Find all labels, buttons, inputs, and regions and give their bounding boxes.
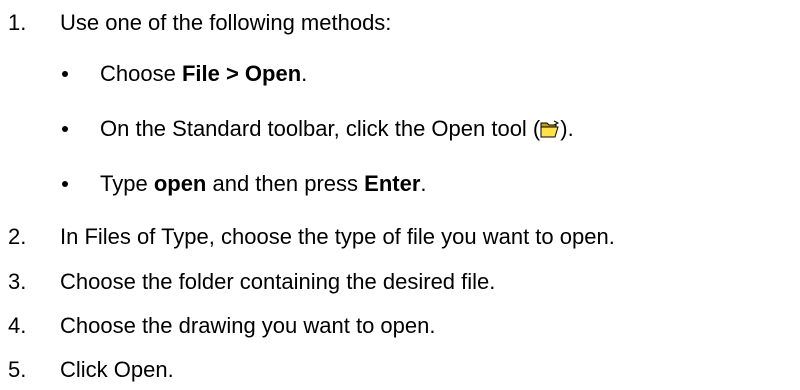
step-text: Choose the drawing you want to open. bbox=[60, 313, 436, 338]
bullet bbox=[62, 71, 68, 77]
method-3: Type open and then press Enter. bbox=[0, 171, 790, 197]
step-2: 2. In Files of Type, choose the type of … bbox=[8, 224, 798, 250]
method-text-post: . bbox=[301, 61, 308, 86]
method-text: Type open and then press Enter. bbox=[100, 171, 427, 197]
command-name: open bbox=[153, 171, 207, 196]
method-text-pre: On the Standard toolbar, click the Open … bbox=[100, 116, 541, 141]
open-folder-icon bbox=[540, 120, 560, 138]
step-text: Use one of the following methods: bbox=[60, 10, 392, 35]
method-text-post: ). bbox=[560, 116, 574, 141]
method-1: Choose File > Open. bbox=[0, 61, 790, 87]
bullet bbox=[62, 181, 68, 187]
menu-path: File > Open bbox=[181, 61, 302, 86]
method-text-post: . bbox=[420, 171, 427, 196]
step-3: 3. Choose the folder containing the desi… bbox=[8, 269, 788, 295]
bullet bbox=[62, 126, 68, 132]
step-number: 4. bbox=[8, 313, 27, 338]
method-text: Choose File > Open. bbox=[100, 61, 307, 87]
step-number: 5. bbox=[8, 357, 27, 382]
step-text: Click Open. bbox=[60, 357, 174, 382]
step-5: 5. Click Open. bbox=[8, 357, 788, 383]
method-text-pre: Type bbox=[100, 171, 154, 196]
method-text-pre: Choose bbox=[100, 61, 182, 86]
step-1: 1. Use one of the following methods: bbox=[8, 10, 788, 36]
step-4: 4. Choose the drawing you want to open. bbox=[8, 313, 788, 339]
method-text-mid: and then press bbox=[206, 171, 365, 196]
step-text: Choose the folder containing the desired… bbox=[60, 269, 496, 294]
key-name: Enter bbox=[364, 171, 421, 196]
method-text: On the Standard toolbar, click the Open … bbox=[100, 116, 574, 142]
step-text: In Files of Type, choose the type of fil… bbox=[60, 224, 615, 249]
method-2: On the Standard toolbar, click the Open … bbox=[0, 116, 790, 142]
step-number: 3. bbox=[8, 269, 27, 294]
step-number: 1. bbox=[8, 10, 27, 35]
step-number: 2. bbox=[8, 224, 27, 249]
